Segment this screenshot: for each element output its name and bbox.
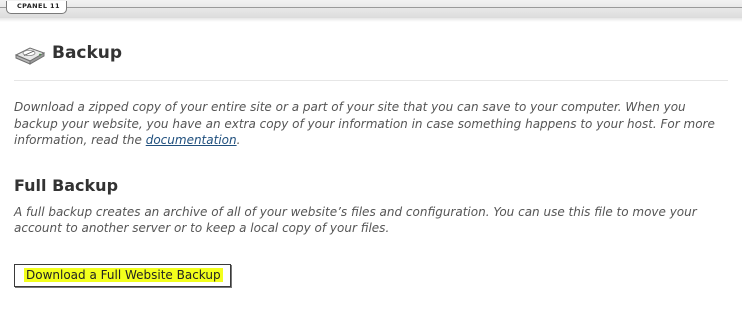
top-bar-line (0, 7, 742, 8)
download-full-backup-button[interactable]: Download a Full Website Backup (14, 264, 231, 287)
backup-drive-icon (14, 47, 46, 65)
intro-text: Download a zipped copy of your entire si… (14, 99, 732, 149)
download-full-backup-button-label: Download a Full Website Backup (24, 268, 223, 282)
title-divider (14, 80, 728, 81)
cpanel-brand-tab[interactable]: CPANEL 11 (6, 1, 67, 14)
intro-text-after-link: . (236, 133, 241, 147)
top-bar-shadow (0, 18, 742, 22)
documentation-link[interactable]: documentation (146, 133, 237, 147)
intro-text-before-link: Download a zipped copy of your entire si… (14, 100, 715, 147)
top-bar: CPANEL 11 (0, 0, 742, 18)
full-backup-description: A full backup creates an archive of all … (14, 205, 697, 235)
page-title: Backup (52, 43, 123, 63)
full-backup-heading: Full Backup (14, 176, 119, 195)
